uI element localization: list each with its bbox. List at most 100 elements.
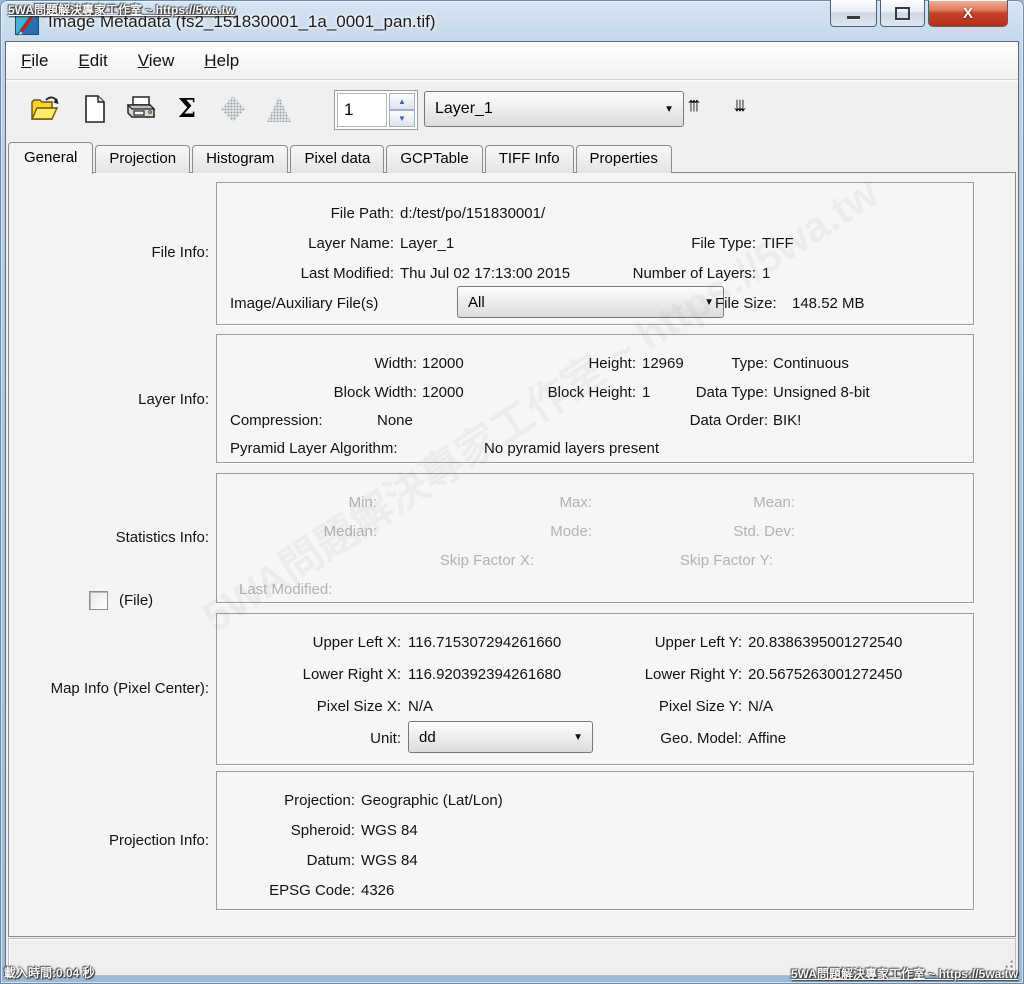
map-info-section-label: Map Info (Pixel Center):	[51, 680, 209, 697]
data-order-label: Data Order:	[690, 412, 768, 430]
pixel-size-x-value: N/A	[408, 698, 433, 716]
tab-bar: General Projection Histogram Pixel data …	[8, 142, 674, 173]
number-of-layers-value: 1	[762, 265, 770, 283]
aux-files-value: All	[468, 294, 485, 311]
skip-factor-y-label: Skip Factor Y:	[680, 552, 773, 570]
projection-info-section-label: Projection Info:	[109, 832, 209, 849]
height-label: Height:	[588, 355, 636, 373]
statistics-disabled-button	[216, 92, 250, 126]
open-folder-icon	[30, 96, 60, 122]
open-file-button[interactable]	[28, 92, 62, 126]
data-type-label: Data Type:	[696, 384, 768, 402]
layer-info-group: Width: 12000 Height: 12969 Type: Continu…	[216, 334, 974, 463]
lower-layer-button[interactable]: ↓↓↓	[732, 94, 748, 117]
chevron-down-icon: ▼	[664, 104, 674, 115]
mean-label: Mean:	[753, 494, 795, 512]
raise-layer-button[interactable]: ↑↑↑	[686, 94, 702, 117]
unit-combobox[interactable]: dd ▼	[408, 721, 593, 753]
menu-help[interactable]: Help	[189, 47, 254, 75]
number-of-layers-label: Number of Layers:	[633, 265, 756, 283]
menu-file[interactable]: File	[6, 47, 63, 75]
projection-value: Geographic (Lat/Lon)	[361, 792, 503, 810]
tab-general[interactable]: General	[8, 142, 93, 174]
layer-select-value: Layer_1	[435, 100, 493, 118]
block-width-value: 12000	[422, 384, 464, 402]
printer-icon	[126, 95, 156, 123]
tab-pixel-data[interactable]: Pixel data	[290, 145, 384, 173]
watermark-bottom-right: 5WA問題解決專家工作室 ~ https://5wa.tw	[791, 965, 1018, 982]
menu-edit[interactable]: Edit	[63, 47, 122, 75]
lower-right-x-label: Lower Right X:	[303, 666, 401, 684]
watermark-top: 5WA問題解決專家工作室 ~ https://5wa.tw	[8, 1, 235, 18]
close-button[interactable]: X	[928, 0, 1008, 27]
general-tab-panel: 5WA問題解決專家工作室 ~ https://5wa.tw File Info:…	[8, 172, 1016, 937]
lower-right-x-value: 116.920392394261680	[408, 666, 561, 684]
new-file-button[interactable]	[78, 92, 112, 126]
mode-label: Mode:	[550, 523, 592, 541]
compression-value: None	[377, 412, 413, 430]
tab-properties[interactable]: Properties	[576, 145, 672, 173]
print-button[interactable]	[124, 92, 158, 126]
statistics-button[interactable]: Σ	[170, 92, 204, 126]
type-label: Type:	[731, 355, 768, 373]
file-path-label: File Path:	[331, 205, 394, 223]
menu-view[interactable]: View	[123, 47, 190, 75]
max-label: Max:	[559, 494, 592, 512]
maximize-icon	[895, 7, 910, 20]
layer-select-combobox[interactable]: Layer_1 ▼	[424, 91, 684, 127]
block-height-label: Block Height:	[548, 384, 636, 402]
geo-model-label: Geo. Model:	[660, 730, 742, 748]
tab-gcptable[interactable]: GCPTable	[386, 145, 482, 173]
block-height-value: 1	[642, 384, 650, 402]
aux-files-label: Image/Auxiliary File(s)	[230, 295, 378, 313]
file-size-value: 148.52 MB	[792, 295, 865, 313]
sigma-icon: Σ	[178, 94, 196, 124]
minimize-button[interactable]	[830, 0, 877, 27]
statistics-disabled-icon	[221, 96, 245, 122]
spheroid-value: WGS 84	[361, 822, 418, 840]
aux-files-combobox[interactable]: All ▼	[457, 286, 724, 318]
epsg-code-value: 4326	[361, 882, 394, 900]
map-info-group: Upper Left X: 116.715307294261660 Upper …	[216, 613, 974, 765]
geo-model-value: Affine	[748, 730, 786, 748]
spin-up-button[interactable]: ▲	[389, 93, 415, 110]
tab-histogram[interactable]: Histogram	[192, 145, 288, 173]
client-area: File Edit View Help	[6, 42, 1018, 975]
upper-left-y-value: 20.8386395001272540	[748, 634, 902, 652]
unit-value: dd	[419, 729, 436, 746]
layer-info-section-label: Layer Info:	[138, 391, 209, 408]
statistics-info-section-label: Statistics Info:	[116, 529, 209, 546]
block-width-label: Block Width:	[334, 384, 417, 402]
watermark-load-time: 載入時間:0.04 秒	[4, 964, 95, 981]
datum-label: Datum:	[307, 852, 355, 870]
spin-down-button[interactable]: ▼	[389, 110, 415, 127]
tab-tiff-info[interactable]: TIFF Info	[485, 145, 574, 173]
height-value: 12969	[642, 355, 684, 373]
file-statistics-checkbox[interactable]	[89, 591, 108, 610]
median-label: Median:	[324, 523, 377, 541]
data-type-value: Unsigned 8-bit	[773, 384, 870, 402]
pyramid-disabled-button	[262, 92, 296, 126]
image-metadata-window: Image Metadata (fs2_151830001_1a_0001_pa…	[0, 0, 1024, 984]
caption-buttons: X	[830, 0, 1008, 27]
pixel-size-y-value: N/A	[748, 698, 773, 716]
lower-right-y-value: 20.5675263001272450	[748, 666, 902, 684]
maximize-button[interactable]	[880, 0, 925, 27]
file-path-value: d:/test/po/151830001/	[400, 205, 545, 223]
skip-factor-x-label: Skip Factor X:	[440, 552, 534, 570]
stats-last-modified-label: Last Modified:	[239, 581, 332, 599]
minimize-icon	[847, 16, 860, 19]
type-value: Continuous	[773, 355, 849, 373]
layer-number-input[interactable]	[337, 93, 387, 127]
epsg-code-label: EPSG Code:	[269, 882, 355, 900]
tab-projection[interactable]: Projection	[95, 145, 190, 173]
layer-name-label: Layer Name:	[308, 235, 394, 253]
new-document-icon	[84, 95, 106, 123]
stddev-label: Std. Dev:	[733, 523, 795, 541]
toolbar: Σ ▲ ▼ Layer_1 ▼ ↑↑↑ ↓↓↓	[6, 82, 1018, 139]
chevron-down-icon: ▼	[704, 297, 714, 308]
pyramid-value: No pyramid layers present	[484, 440, 659, 458]
file-info-section-label: File Info:	[151, 244, 209, 261]
data-order-value: BIK!	[773, 412, 801, 430]
pyramid-label: Pyramid Layer Algorithm:	[230, 440, 398, 458]
